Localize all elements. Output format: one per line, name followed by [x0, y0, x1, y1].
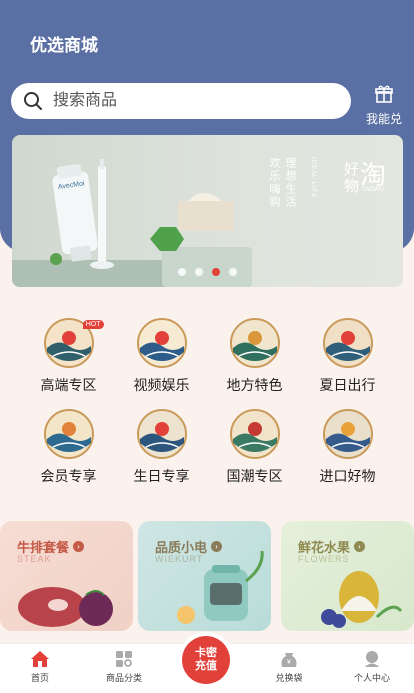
- search-input[interactable]: [51, 91, 315, 111]
- carousel-dot[interactable]: [229, 268, 237, 276]
- search-icon: [24, 92, 42, 110]
- promo-card[interactable]: 品质小电 › WIEKURT: [138, 521, 271, 631]
- category-item[interactable]: 进口好物: [301, 409, 394, 486]
- category-label: 会员专享: [40, 468, 97, 484]
- tab-profile[interactable]: 个人中心: [342, 650, 402, 684]
- category-item[interactable]: 国潮专区: [208, 409, 301, 486]
- redeem-button[interactable]: 我能兑: [362, 84, 406, 127]
- category-item[interactable]: HOT 高端专区: [22, 318, 115, 395]
- tab-category[interactable]: 商品分类: [94, 650, 154, 684]
- home-icon: [31, 651, 49, 667]
- bag-icon: ¥: [281, 653, 297, 667]
- category-label: 国潮专区: [226, 468, 283, 484]
- banner-brand-3: TAOWU: [362, 187, 384, 193]
- chevron-right-icon: ›: [354, 541, 366, 552]
- recharge-line-2: 充值: [195, 660, 217, 672]
- category-item[interactable]: 视频娱乐: [115, 318, 208, 395]
- category-grid: HOT 高端专区 视频娱乐 地方特色 夏日出行会员专享 生日专享 国潮专区 进口好物: [22, 318, 394, 486]
- category-label: 地方特色: [226, 377, 283, 393]
- category-label: 高端专区: [40, 377, 97, 393]
- birthday-cake-icon: [136, 409, 187, 459]
- promo-subtitle: FLOWERS: [298, 554, 350, 564]
- category-label: 视频娱乐: [133, 377, 190, 393]
- category-item[interactable]: 会员专享: [22, 409, 115, 486]
- promo-card[interactable]: 鲜花水果 › FLOWERS: [281, 521, 414, 631]
- promo-card[interactable]: 牛排套餐 › STEAK: [0, 521, 133, 631]
- chevron-right-icon: ›: [211, 541, 223, 552]
- category-label: 进口好物: [319, 468, 376, 484]
- tab-home[interactable]: 首页: [10, 650, 70, 684]
- page-title: 优选商城: [30, 36, 98, 55]
- tab-bag[interactable]: ¥ 兑换袋: [259, 650, 319, 684]
- carousel-dot[interactable]: [212, 268, 220, 276]
- tab-label-home: 首页: [30, 673, 49, 683]
- video-play-icon: [136, 318, 187, 368]
- user-icon: [365, 651, 379, 667]
- banner-products-image: AvecMoi: [12, 159, 252, 287]
- category-icon: [116, 651, 132, 667]
- local-food-icon: [229, 318, 280, 368]
- tab-label-profile: 个人中心: [353, 673, 390, 683]
- svg-text:¥: ¥: [287, 659, 291, 666]
- category-item[interactable]: 地方特色: [208, 318, 301, 395]
- carousel-dots[interactable]: [178, 268, 237, 276]
- banner-carousel[interactable]: AvecMoi 欢乐嗨购 理想生活 IDEAL LIFE 好物 淘 TAOWU: [12, 135, 403, 287]
- hot-badge: HOT: [82, 320, 104, 329]
- lotus-travel-icon: [322, 318, 373, 368]
- banner-slogan-2: 理想生活: [284, 157, 296, 209]
- gift-icon: [375, 85, 393, 103]
- tab-label-category: 商品分类: [105, 673, 142, 683]
- carousel-dot[interactable]: [178, 268, 186, 276]
- banner-slogan-1: 欢乐嗨购: [268, 157, 280, 209]
- category-item[interactable]: 夏日出行: [301, 318, 394, 395]
- perfume-icon: HOT: [43, 318, 104, 368]
- card-recharge-button[interactable]: 卡密 充值: [182, 636, 230, 684]
- banner-slogan-en: IDEAL LIFE: [310, 157, 316, 199]
- carousel-dot[interactable]: [195, 268, 203, 276]
- search-bar[interactable]: [11, 83, 351, 119]
- category-item[interactable]: 生日专享: [115, 409, 208, 486]
- category-label: 夏日出行: [319, 377, 376, 393]
- chevron-right-icon: ›: [73, 541, 85, 552]
- swallow-icon: [322, 409, 373, 459]
- category-label: 生日专享: [133, 468, 190, 484]
- member-gift-icon: [43, 409, 94, 459]
- banner-brand-1: 好物: [342, 161, 359, 195]
- promo-subtitle: STEAK: [17, 554, 52, 564]
- palace-icon: [229, 409, 280, 459]
- recharge-line-1: 卡密: [195, 647, 217, 659]
- tab-label-bag: 兑换袋: [275, 673, 303, 683]
- promo-subtitle: WIEKURT: [155, 554, 204, 564]
- redeem-label: 我能兑: [365, 112, 402, 126]
